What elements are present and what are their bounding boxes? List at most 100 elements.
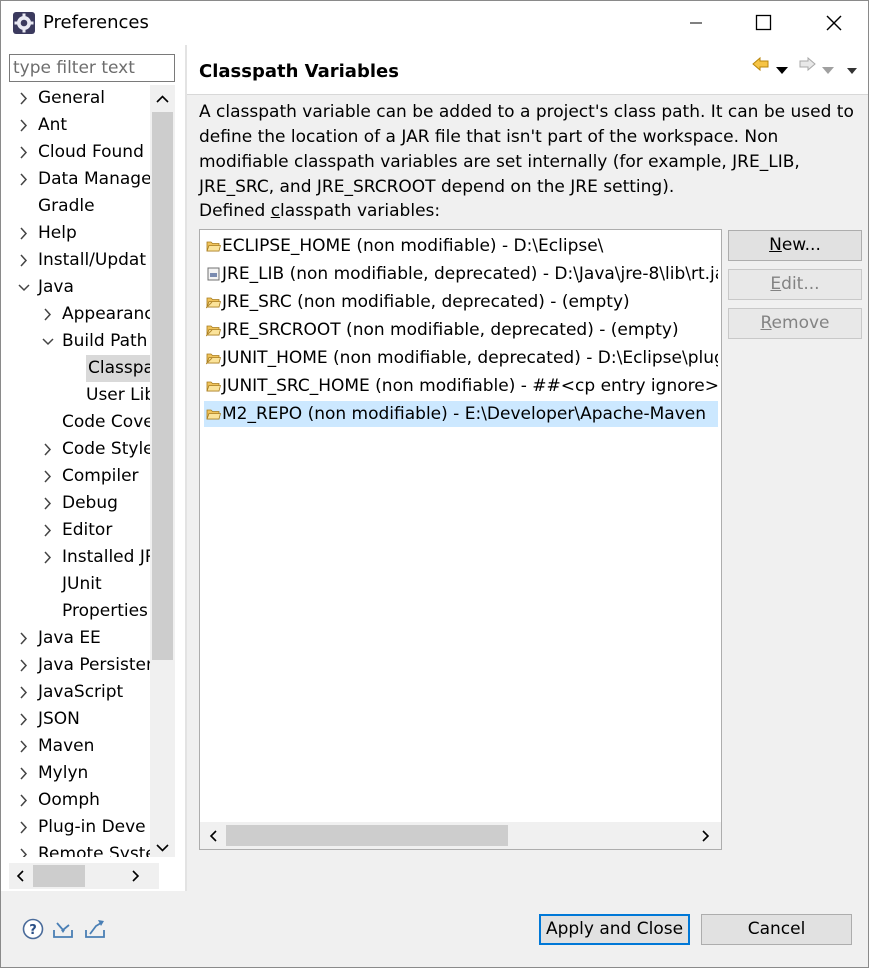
defined-variables-label: Defined classpath variables:	[199, 201, 441, 221]
tree-item[interactable]: General	[1, 85, 150, 112]
tree-item[interactable]: Oomph	[1, 787, 150, 814]
variable-row[interactable]: JUNIT_SRC_HOME (non modifiable) - ##<cp …	[204, 373, 718, 399]
tree-item-label: Build Path	[62, 331, 148, 351]
tree-item[interactable]: Debug	[1, 490, 150, 517]
back-arrow-icon[interactable]	[752, 56, 770, 77]
tree-item[interactable]: Install/Updat	[1, 247, 150, 274]
chevron-right-icon[interactable]	[17, 733, 31, 760]
tree-hscroll-thumb[interactable]	[33, 865, 85, 887]
tree-item[interactable]: Mylyn	[1, 760, 150, 787]
new-button[interactable]: New...	[728, 230, 862, 261]
scroll-left-icon[interactable]	[206, 828, 222, 844]
tree-item[interactable]: Build Path	[1, 328, 150, 355]
minimize-button[interactable]	[673, 1, 719, 45]
maximize-button[interactable]	[740, 1, 786, 45]
tree-scroll-thumb[interactable]	[152, 112, 173, 660]
chevron-right-icon[interactable]	[17, 166, 31, 193]
apply-and-close-button[interactable]: Apply and Close	[539, 914, 690, 945]
tree-item-label: Java Persisten	[38, 655, 150, 675]
tree-item-label: Code Cove	[62, 412, 150, 432]
chevron-right-icon[interactable]	[17, 625, 31, 652]
chevron-right-icon[interactable]	[17, 652, 31, 679]
remove-button[interactable]: Remove	[728, 308, 862, 339]
chevron-right-icon[interactable]	[17, 139, 31, 166]
tree-horizontal-scrollbar[interactable]	[9, 863, 159, 889]
chevron-right-icon[interactable]	[17, 841, 31, 857]
classpath-variables-list[interactable]: ECLIPSE_HOME (non modifiable) - D:\Eclip…	[199, 229, 722, 850]
tree-item[interactable]: Gradle	[1, 193, 150, 220]
variable-row[interactable]: JRE_LIB (non modifiable, deprecated) - D…	[204, 261, 718, 287]
tree-item[interactable]: Remote Syste	[1, 841, 150, 857]
chevron-right-icon[interactable]	[17, 220, 31, 247]
window-title: Preferences	[43, 12, 149, 33]
tree-item-label: Java	[38, 277, 74, 297]
tree-item[interactable]: Compiler	[1, 463, 150, 490]
tree-item-label: Install/Updat	[38, 250, 147, 270]
tree-item[interactable]: Help	[1, 220, 150, 247]
chevron-right-icon[interactable]	[17, 679, 31, 706]
variable-row[interactable]: ECLIPSE_HOME (non modifiable) - D:\Eclip…	[204, 233, 718, 259]
variable-row[interactable]: JUNIT_HOME (non modifiable, deprecated) …	[204, 345, 718, 371]
tree-item[interactable]: Properties	[1, 598, 150, 625]
variable-row[interactable]: JRE_SRC (non modifiable, deprecated) - (…	[204, 289, 718, 315]
help-icon[interactable]: ?	[21, 917, 45, 941]
tree-item[interactable]: Maven	[1, 733, 150, 760]
chevron-right-icon[interactable]	[41, 436, 55, 463]
chevron-right-icon[interactable]	[17, 247, 31, 274]
chevron-right-icon[interactable]	[17, 706, 31, 733]
chevron-right-icon[interactable]	[17, 85, 31, 112]
maximize-icon	[755, 14, 772, 31]
chevron-down-icon[interactable]	[41, 328, 55, 355]
tree-vertical-scrollbar[interactable]	[150, 85, 175, 857]
close-button[interactable]	[811, 1, 857, 45]
scroll-right-icon[interactable]	[127, 868, 143, 884]
tree-item[interactable]: Cloud Found	[1, 139, 150, 166]
forward-arrow-icon[interactable]	[798, 56, 816, 77]
folder-icon	[206, 381, 221, 392]
edit-button[interactable]: Edit...	[728, 269, 862, 300]
tree-item[interactable]: Installed JR	[1, 544, 150, 571]
tree-item[interactable]: Editor	[1, 517, 150, 544]
tree-item[interactable]: Plug-in Deve	[1, 814, 150, 841]
tree-item[interactable]: Java EE	[1, 625, 150, 652]
tree-item[interactable]: Java	[1, 274, 150, 301]
chevron-right-icon[interactable]	[17, 814, 31, 841]
scroll-left-icon[interactable]	[13, 868, 29, 884]
chevron-right-icon[interactable]	[41, 490, 55, 517]
tree-item[interactable]: Ant	[1, 112, 150, 139]
variable-label: JUNIT_SRC_HOME (non modifiable) - ##<cp …	[222, 376, 718, 396]
variable-row[interactable]: M2_REPO (non modifiable) - E:\Developer\…	[204, 401, 718, 427]
view-menu-icon[interactable]	[846, 60, 858, 80]
chevron-right-icon[interactable]	[41, 544, 55, 571]
scroll-down-icon[interactable]	[154, 839, 171, 856]
export-icon[interactable]	[83, 917, 107, 941]
tree-item[interactable]: JUnit	[1, 571, 150, 598]
tree-item[interactable]: Code Style	[1, 436, 150, 463]
tree-item[interactable]: Code Cove	[1, 409, 150, 436]
chevron-right-icon[interactable]	[17, 787, 31, 814]
tree-item[interactable]: Classpa	[1, 355, 150, 382]
filter-input[interactable]	[9, 54, 175, 82]
list-hscroll-thumb[interactable]	[226, 825, 508, 846]
chevron-down-icon[interactable]	[17, 274, 31, 301]
import-icon[interactable]	[51, 917, 75, 941]
jar-file-icon	[207, 267, 220, 281]
chevron-right-icon[interactable]	[41, 301, 55, 328]
scroll-right-icon[interactable]	[697, 828, 713, 844]
list-horizontal-scrollbar[interactable]	[200, 822, 721, 849]
tree-item[interactable]: Appearanc	[1, 301, 150, 328]
variable-row[interactable]: JRE_SRCROOT (non modifiable, deprecated)…	[204, 317, 718, 343]
chevron-right-icon[interactable]	[41, 463, 55, 490]
chevron-right-icon[interactable]	[17, 112, 31, 139]
back-dropdown-icon[interactable]	[776, 60, 788, 80]
tree-item[interactable]: User Lib	[1, 382, 150, 409]
chevron-right-icon[interactable]	[17, 760, 31, 787]
scroll-up-icon[interactable]	[154, 91, 171, 108]
cancel-button[interactable]: Cancel	[701, 914, 852, 945]
tree-item[interactable]: Java Persisten	[1, 652, 150, 679]
tree-item[interactable]: JavaScript	[1, 679, 150, 706]
forward-dropdown-icon[interactable]	[822, 60, 834, 80]
tree-item[interactable]: Data Manage	[1, 166, 150, 193]
chevron-right-icon[interactable]	[41, 517, 55, 544]
tree-item[interactable]: JSON	[1, 706, 150, 733]
